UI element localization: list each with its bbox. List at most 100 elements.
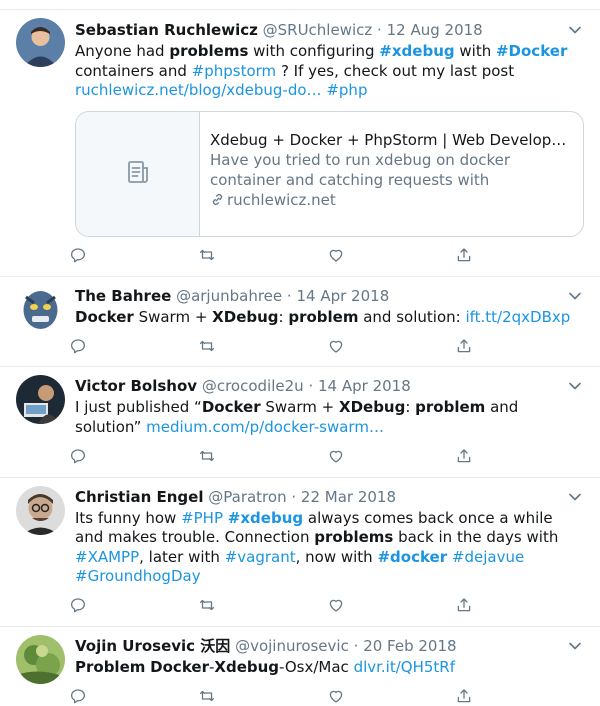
- chevron-down-icon[interactable]: [568, 23, 582, 37]
- retweet-icon[interactable]: [198, 337, 216, 359]
- author-name[interactable]: The Bahree: [75, 287, 171, 305]
- hashtag-link[interactable]: #GroundhogDay: [75, 567, 201, 585]
- text-segment: I just published “: [75, 398, 202, 417]
- tweet-text: Anyone had problems with configuring #xd…: [75, 42, 584, 101]
- retweet-button[interactable]: [198, 447, 327, 469]
- chevron-down-icon[interactable]: [568, 379, 582, 393]
- like-icon[interactable]: [327, 596, 345, 618]
- bold-term: XDebug: [339, 398, 406, 417]
- reply-icon[interactable]: [69, 687, 87, 706]
- reply-button[interactable]: [69, 447, 198, 469]
- link-card[interactable]: Xdebug + Docker + PhpStorm | Web Develop…: [75, 110, 584, 237]
- tweet[interactable]: Victor Bolshov @crocodile2u · 14 Apr 201…: [0, 367, 600, 478]
- avatar[interactable]: [16, 18, 65, 67]
- retweet-button[interactable]: [198, 596, 327, 618]
- share-icon[interactable]: [455, 447, 473, 469]
- text-segment: -Osx/Mac: [279, 657, 354, 676]
- retweet-button[interactable]: [198, 246, 327, 268]
- share-button[interactable]: [455, 337, 584, 359]
- hashtag-link[interactable]: #vagrant: [225, 548, 296, 566]
- tweet-date[interactable]: 14 Apr 2018: [296, 287, 389, 305]
- share-icon[interactable]: [455, 337, 473, 359]
- retweet-icon[interactable]: [198, 687, 216, 706]
- url-link[interactable]: ruchlewicz.net/blog/xdebug-do…: [75, 81, 322, 99]
- chevron-down-icon[interactable]: [568, 490, 582, 504]
- bold-term: problems: [169, 42, 249, 60]
- bold-term: Problem: [75, 657, 146, 676]
- like-button[interactable]: [327, 246, 456, 268]
- retweet-button[interactable]: [198, 337, 327, 359]
- tweet[interactable]: Sebastian Ruchlewicz @SRUchlewicz · 12 A…: [0, 10, 600, 277]
- url-link[interactable]: ift.tt/2qxDBxp: [465, 308, 570, 326]
- retweet-icon[interactable]: [198, 596, 216, 618]
- tweet-date[interactable]: 20 Feb 2018: [363, 637, 456, 655]
- hashtag-link[interactable]: #dejavue: [452, 548, 524, 566]
- like-icon[interactable]: [327, 687, 345, 706]
- hashtag-link[interactable]: #phpstorm: [192, 62, 277, 80]
- url-link[interactable]: dlvr.it/QH5tRf: [354, 658, 455, 676]
- like-icon[interactable]: [327, 337, 345, 359]
- tweet-date[interactable]: 14 Apr 2018: [318, 377, 411, 395]
- like-button[interactable]: [327, 687, 456, 706]
- author-handle[interactable]: @arjunbahree: [176, 287, 282, 305]
- avatar[interactable]: [16, 284, 65, 334]
- tweet[interactable]: The Bahree @arjunbahree · 14 Apr 2018 Doc…: [0, 277, 600, 368]
- hashtag-link[interactable]: #xdebug: [379, 42, 454, 60]
- author-name[interactable]: Christian Engel: [75, 488, 203, 506]
- tweet-date[interactable]: 12 Aug 2018: [387, 21, 483, 39]
- tweet-date[interactable]: 22 Mar 2018: [301, 488, 396, 506]
- chevron-down-icon[interactable]: [568, 639, 582, 653]
- like-icon[interactable]: [327, 246, 345, 268]
- retweet-button[interactable]: [198, 687, 327, 706]
- reply-icon[interactable]: [69, 337, 87, 359]
- chevron-down-icon[interactable]: [568, 289, 582, 303]
- retweet-icon[interactable]: [198, 447, 216, 469]
- reply-icon[interactable]: [69, 447, 87, 469]
- tweet-text: Its funny how #PHP #xdebug always comes …: [75, 509, 584, 587]
- share-button[interactable]: [455, 687, 584, 706]
- hashtag-link[interactable]: #docker: [377, 548, 447, 566]
- reply-button[interactable]: [69, 337, 198, 359]
- author-name[interactable]: Sebastian Ruchlewicz: [75, 21, 258, 39]
- like-icon[interactable]: [327, 447, 345, 469]
- url-link[interactable]: medium.com/p/docker-swarm…: [146, 418, 384, 436]
- author-name[interactable]: Vojin Urosevic 沃因: [75, 637, 230, 655]
- reply-icon[interactable]: [69, 246, 87, 268]
- tweet-actions: [69, 589, 584, 626]
- like-button[interactable]: [327, 337, 456, 359]
- card-domain: ruchlewicz.net: [210, 190, 573, 210]
- author-handle[interactable]: @Paratron: [208, 488, 286, 506]
- share-button[interactable]: [455, 447, 584, 469]
- hashtag-link[interactable]: #PHP: [181, 509, 223, 527]
- retweet-icon[interactable]: [198, 246, 216, 268]
- author-handle[interactable]: @SRUchlewicz: [263, 21, 373, 39]
- author-handle[interactable]: @vojinurosevic: [235, 637, 349, 655]
- tweet[interactable]: Christian Engel @Paratron · 22 Mar 2018 I…: [0, 478, 600, 627]
- share-icon[interactable]: [455, 596, 473, 618]
- avatar[interactable]: [16, 375, 65, 425]
- reply-button[interactable]: [69, 596, 198, 618]
- hashtag-link[interactable]: #Docker: [496, 42, 567, 60]
- like-button[interactable]: [327, 596, 456, 618]
- text-segment: , later with: [139, 547, 225, 566]
- share-button[interactable]: [455, 246, 584, 268]
- avatar[interactable]: [16, 485, 65, 535]
- share-icon[interactable]: [455, 246, 473, 268]
- share-button[interactable]: [455, 596, 584, 618]
- avatar[interactable]: [16, 634, 65, 684]
- reply-button[interactable]: [69, 246, 198, 268]
- tweet[interactable]: Vojin Urosevic 沃因 @vojinurosevic · 20 Fe…: [0, 627, 600, 706]
- hashtag-link[interactable]: #xdebug: [228, 509, 303, 527]
- hashtag-link[interactable]: #XAMPP: [75, 548, 139, 566]
- author-name[interactable]: Victor Bolshov: [75, 377, 197, 395]
- bold-term: problem: [415, 398, 486, 417]
- reply-button[interactable]: [69, 687, 198, 706]
- reply-icon[interactable]: [69, 596, 87, 618]
- tweet-text: Problem Docker-Xdebug-Osx/Mac dlvr.it/QH…: [75, 658, 584, 678]
- link-icon: [210, 191, 227, 209]
- share-icon[interactable]: [455, 687, 473, 706]
- hashtag-link[interactable]: #php: [326, 81, 367, 99]
- like-button[interactable]: [327, 447, 456, 469]
- author-handle[interactable]: @crocodile2u: [202, 377, 304, 395]
- text-segment: Swarm +: [133, 307, 213, 326]
